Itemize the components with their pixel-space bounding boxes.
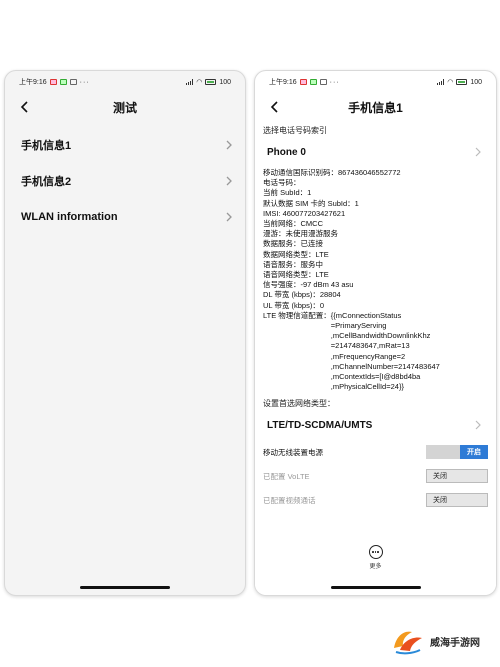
back-arrow-icon — [270, 101, 278, 113]
notification-icon — [309, 79, 317, 85]
phone-index-label: 选择电话号码索引 — [263, 126, 327, 135]
toggle-label: 移动无线装置电源 — [263, 447, 323, 457]
watermark-text: 威海手游网 — [430, 637, 480, 649]
lte-config-label: LTE 物理信道配置： — [263, 310, 331, 320]
lte-config-line: ,mPhysicalCellId=24}} — [330, 382, 404, 392]
video-call-toggle[interactable]: 关闭 — [426, 493, 488, 508]
toggle-state: 关闭 — [433, 473, 447, 481]
lte-config-line: {{mConnectionStatus — [330, 310, 402, 320]
toggle-label: 已配置视频通话 — [263, 495, 316, 505]
page-title: 手机信息1 — [348, 100, 403, 115]
toggle-state: 关闭 — [433, 497, 447, 505]
notification-icon — [299, 79, 307, 85]
info-data-service: 数据服务：已连接 — [263, 239, 323, 249]
info-imsi: IMSI: 460077203427621 — [263, 208, 346, 218]
info-default-data-subid: 默认数据 SIM 卡的 SubId：1 — [263, 198, 359, 208]
battery-icon — [456, 79, 468, 85]
chevron-right-icon — [226, 140, 232, 150]
status-bar: 上午9:16 ··· ◠ 100 — [5, 71, 245, 93]
wifi-icon: ◠ — [447, 79, 454, 86]
watermark-logo-icon — [394, 631, 422, 655]
info-phone-number: 电话号码： — [263, 178, 301, 188]
notification-icon — [59, 79, 67, 85]
chevron-right-icon — [475, 147, 481, 157]
toggle-row-volte: 已配置 VoLTE 关闭 — [263, 465, 488, 487]
signal-icon — [437, 79, 445, 85]
lte-config-line: =2147483647,mRat=13 — [330, 341, 410, 351]
status-time: 上午9:16 — [269, 79, 297, 86]
lte-config-line: ,mContextIds=[I@d8bd4ba — [330, 372, 421, 382]
lte-config-line: ,mFrequencyRange=2 — [330, 351, 406, 361]
menu-item-phone-info-1[interactable]: 手机信息1 — [5, 127, 245, 163]
phone-info-content: 选择电话号码索引 Phone 0 移动通信国际识别码：8674360465527… — [255, 125, 496, 511]
preferred-network-label: 设置首选网络类型： — [263, 399, 335, 409]
info-voice-service: 语音服务：服务中 — [263, 259, 323, 269]
more-label: 更多 — [369, 564, 382, 570]
toggle-row-video-call: 已配置视频通话 关闭 — [263, 489, 488, 511]
chevron-right-icon — [475, 421, 481, 430]
right-phone-screen: 上午9:16 ··· ◠ 100 手机信息1 选择电话号码索引 Phone 0 … — [254, 70, 497, 596]
menu-item-wlan-information[interactable]: WLAN information — [5, 199, 245, 235]
wifi-icon: ◠ — [196, 79, 203, 86]
signal-icon — [186, 79, 194, 85]
toggle-label: 已配置 VoLTE — [263, 471, 310, 481]
info-signal-strength: 信号强度：-97 dBm 43 asu — [263, 280, 354, 290]
lte-config-values: {{mConnectionStatus =PrimaryServing ,mCe… — [331, 311, 440, 393]
info-imei: 移动通信国际识别码：867436046552772 — [263, 168, 401, 177]
page-title: 测试 — [112, 100, 137, 115]
battery-icon — [205, 79, 217, 85]
info-current-subid: 当前 SubId：1 — [263, 188, 312, 198]
info-voice-network-type: 语音网络类型：LTE — [263, 270, 329, 280]
phone-index-selector[interactable]: Phone 0 — [263, 140, 488, 164]
preferred-network-selector[interactable]: LTE/TD-SCDMA/UMTS — [263, 413, 488, 437]
more-notifications-icon: ··· — [329, 78, 340, 86]
info-roaming: 漫游：未使用漫游服务 — [263, 229, 338, 239]
menu-item-label: 手机信息2 — [21, 176, 72, 188]
status-bar: 上午9:16 ··· ◠ 100 — [255, 71, 496, 93]
info-list: 移动通信国际识别码：867436046552772 电话号码： 当前 SubId… — [263, 168, 488, 311]
toggle-state: 开启 — [460, 445, 488, 460]
home-indicator[interactable] — [80, 586, 170, 589]
back-button[interactable] — [265, 97, 285, 117]
notification-icon — [319, 79, 327, 85]
phone-index-value: Phone 0 — [267, 146, 306, 158]
lte-config-line: =PrimaryServing — [330, 321, 387, 331]
info-ul-bandwidth: UL 带宽 (kbps)：0 — [263, 300, 324, 310]
top-nav-bar: 测试 — [5, 93, 245, 121]
radio-power-toggle[interactable]: 开启 — [426, 445, 488, 460]
top-nav-bar: 手机信息1 — [255, 93, 496, 121]
notification-icon — [49, 79, 57, 85]
menu-item-label: 手机信息1 — [21, 140, 72, 152]
back-arrow-icon — [20, 101, 28, 113]
home-indicator[interactable] — [330, 586, 421, 589]
toggle-row-radio-power: 移动无线装置电源 开启 — [263, 441, 488, 463]
lte-config: LTE 物理信道配置： {{mConnectionStatus =Primary… — [263, 311, 488, 393]
status-time: 上午9:16 — [19, 79, 47, 86]
info-dl-bandwidth: DL 带宽 (kbps)：28804 — [263, 290, 341, 300]
preferred-network-value: LTE/TD-SCDMA/UMTS — [267, 419, 373, 431]
lte-config-line: ,mChannelNumber=2147483647 — [330, 361, 440, 371]
back-button[interactable] — [15, 97, 35, 117]
more-icon[interactable] — [368, 545, 383, 559]
notification-icon — [69, 79, 77, 85]
battery-level: 100 — [219, 78, 231, 86]
chevron-right-icon — [226, 212, 232, 222]
chevron-right-icon — [226, 176, 232, 186]
more-notifications-icon: ··· — [79, 78, 90, 86]
left-phone-screen: 上午9:16 ··· ◠ 100 测试 手机信息1 手机信息2 WLAN inf… — [4, 70, 246, 596]
battery-level: 100 — [470, 78, 482, 86]
info-data-network-type: 数据网络类型：LTE — [263, 249, 329, 259]
volte-toggle[interactable]: 关闭 — [426, 469, 488, 484]
menu-item-label: WLAN information — [21, 211, 118, 223]
lte-config-line: ,mCellBandwidthDownlinkKhz — [330, 331, 431, 341]
menu-item-phone-info-2[interactable]: 手机信息2 — [5, 163, 245, 199]
site-watermark: 威海手游网 — [390, 621, 490, 661]
info-current-network: 当前网络：CMCC — [263, 219, 323, 229]
